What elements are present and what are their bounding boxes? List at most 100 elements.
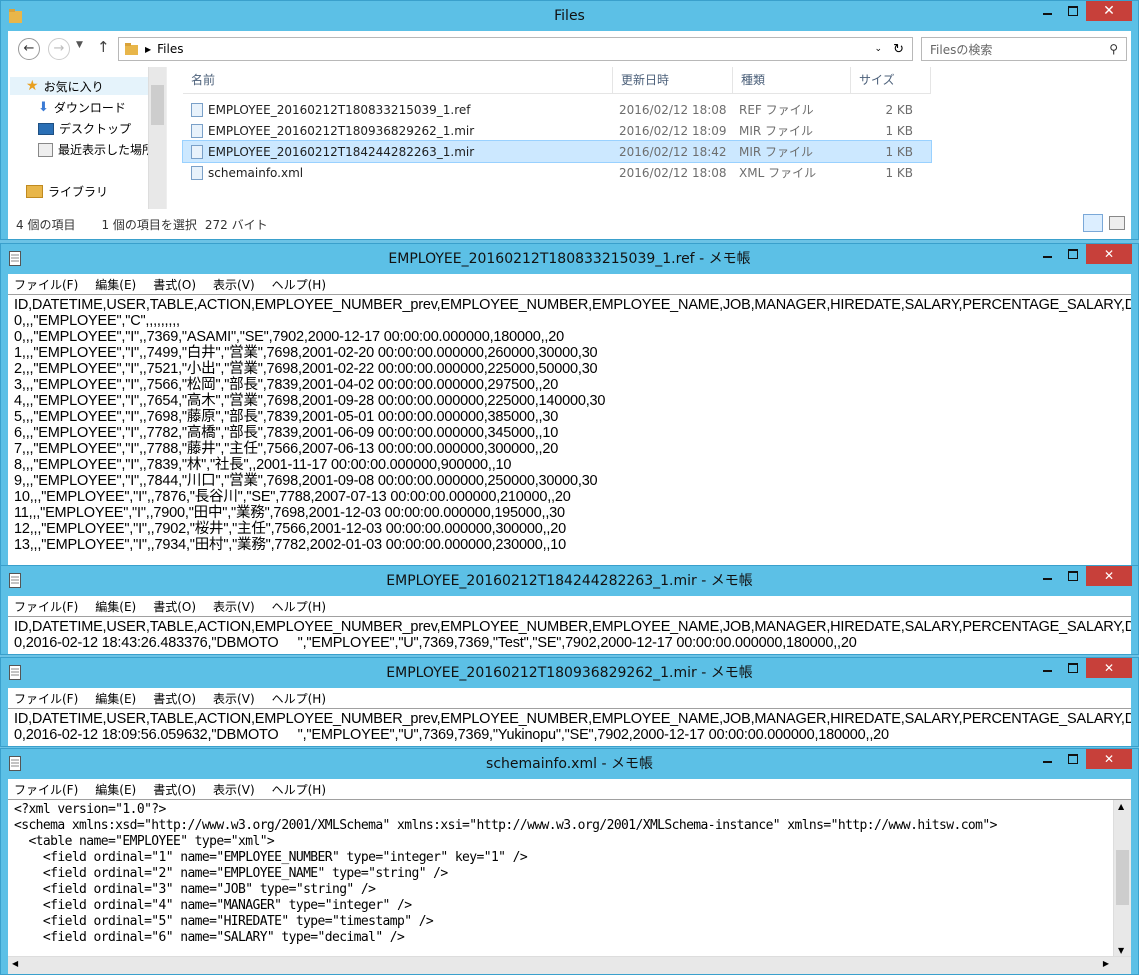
close-button[interactable]: ✕ — [1086, 244, 1132, 264]
menu-bar: ファイル(F) 編集(E) 書式(O) 表示(V) ヘルプ(H) — [8, 688, 1131, 708]
search-icon[interactable]: ⚲ — [1109, 42, 1118, 56]
text-line: 0,,,"EMPLOYEE","I",,7369,"ASAMI","SE",79… — [14, 329, 564, 345]
close-icon: ✕ — [1103, 3, 1115, 19]
file-row[interactable]: EMPLOYEE_20160212T180833215039_1.ref 201… — [183, 99, 931, 120]
maximize-button[interactable] — [1060, 244, 1086, 264]
menu-view[interactable]: 表示(V) — [213, 276, 255, 293]
file-row[interactable]: EMPLOYEE_20160212T180936829262_1.mir 201… — [183, 120, 931, 141]
large-icons-view-icon[interactable] — [1109, 216, 1125, 230]
menu-edit[interactable]: 編集(E) — [95, 598, 136, 615]
text-editor[interactable]: <?xml version="1.0"?> <schema xmlns:xsd="… — [8, 799, 1131, 957]
maximize-button[interactable] — [1060, 566, 1086, 586]
text-editor[interactable]: ID,DATETIME,USER,TABLE,ACTION,EMPLOYEE_N… — [8, 708, 1131, 746]
nav-recent[interactable]: 最近表示した場所 — [38, 141, 154, 158]
text-editor[interactable]: ID,DATETIME,USER,TABLE,ACTION,EMPLOYEE_N… — [8, 294, 1131, 567]
maximize-button[interactable] — [1060, 749, 1086, 769]
menu-file[interactable]: ファイル(F) — [14, 690, 78, 707]
notepad-titlebar[interactable]: schemainfo.xml - メモ帳 ✕ — [1, 749, 1138, 779]
file-size: 1 KB — [885, 144, 913, 159]
menu-format[interactable]: 書式(O) — [153, 781, 196, 798]
file-name: EMPLOYEE_20160212T184244282263_1.mir — [208, 144, 475, 159]
menu-file[interactable]: ファイル(F) — [14, 781, 78, 798]
menu-file[interactable]: ファイル(F) — [14, 276, 78, 293]
text-editor[interactable]: ID,DATETIME,USER,TABLE,ACTION,EMPLOYEE_N… — [8, 616, 1131, 654]
menu-edit[interactable]: 編集(E) — [95, 276, 136, 293]
maximize-icon — [1068, 754, 1078, 764]
maximize-button[interactable] — [1060, 1, 1086, 21]
explorer-titlebar[interactable]: Files ✕ — [1, 1, 1138, 31]
close-button[interactable]: ✕ — [1086, 658, 1132, 678]
refresh-icon[interactable]: ↻ — [893, 42, 904, 57]
close-icon: ✕ — [1103, 569, 1115, 583]
window-title: EMPLOYEE_20160212T180936829262_1.mir - メ… — [386, 665, 753, 681]
up-arrow-icon: ↑ — [97, 38, 110, 56]
minimize-button[interactable] — [1034, 1, 1060, 21]
file-size: 1 KB — [885, 123, 913, 138]
column-date[interactable]: 更新日時 — [613, 67, 733, 93]
menu-edit[interactable]: 編集(E) — [95, 781, 136, 798]
recent-locations-dropdown[interactable]: ▼ — [76, 40, 83, 50]
scroll-left-arrow-icon[interactable]: ◀ — [12, 959, 18, 968]
forward-button[interactable]: → — [48, 38, 70, 60]
notepad-titlebar[interactable]: EMPLOYEE_20160212T180833215039_1.ref - メ… — [1, 244, 1138, 274]
menu-file[interactable]: ファイル(F) — [14, 598, 78, 615]
nav-scroll-thumb[interactable] — [151, 85, 164, 125]
menu-help[interactable]: ヘルプ(H) — [272, 598, 326, 615]
notepad-window-ref: EMPLOYEE_20160212T180833215039_1.ref - メ… — [0, 243, 1139, 568]
text-line: 1,,,"EMPLOYEE","I",,7499,"白井","営業",7698,… — [14, 345, 598, 361]
menu-help[interactable]: ヘルプ(H) — [272, 276, 326, 293]
text-line: 2,,,"EMPLOYEE","I",,7521,"小出","営業",7698,… — [14, 361, 598, 377]
file-row-selected[interactable]: EMPLOYEE_20160212T184244282263_1.mir 201… — [182, 140, 932, 163]
breadcrumb[interactable]: Files — [157, 42, 183, 56]
text-line: <field ordinal="5" name="HIREDATE" type=… — [14, 914, 434, 929]
scroll-up-arrow-icon[interactable]: ▲ — [1118, 802, 1124, 811]
back-button[interactable]: ← — [18, 38, 40, 60]
minimize-button[interactable] — [1034, 749, 1060, 769]
explorer-client: ← → ▼ ↑ ▶ Files ⌄ ↻ Filesの検索 ⚲ ★ お気に入り ⬇ — [8, 31, 1131, 239]
scroll-right-arrow-icon[interactable]: ▶ — [1103, 959, 1109, 968]
menu-format[interactable]: 書式(O) — [153, 598, 196, 615]
column-name[interactable]: 名前 — [183, 67, 613, 93]
minimize-button[interactable] — [1034, 244, 1060, 264]
nav-downloads[interactable]: ⬇ ダウンロード — [38, 99, 126, 116]
minimize-button[interactable] — [1034, 658, 1060, 678]
scroll-down-arrow-icon[interactable]: ▼ — [1118, 946, 1124, 955]
address-box[interactable]: ▶ Files ⌄ ↻ — [118, 37, 913, 61]
notepad-titlebar[interactable]: EMPLOYEE_20160212T184244282263_1.mir - メ… — [1, 566, 1138, 596]
maximize-button[interactable] — [1060, 658, 1086, 678]
notepad-titlebar[interactable]: EMPLOYEE_20160212T180936829262_1.mir - メ… — [1, 658, 1138, 688]
address-dropdown-icon[interactable]: ⌄ — [874, 44, 882, 54]
menu-format[interactable]: 書式(O) — [153, 690, 196, 707]
menu-help[interactable]: ヘルプ(H) — [272, 781, 326, 798]
nav-scrollbar[interactable] — [148, 67, 166, 209]
close-button[interactable]: ✕ — [1086, 1, 1132, 21]
scroll-thumb[interactable] — [1116, 850, 1129, 905]
file-name: schemainfo.xml — [208, 165, 304, 180]
file-date: 2016/02/12 18:08 — [619, 102, 727, 117]
window-title: schemainfo.xml - メモ帳 — [486, 756, 653, 772]
menu-format[interactable]: 書式(O) — [153, 276, 196, 293]
nav-favorites[interactable]: ★ お気に入り — [10, 77, 150, 95]
menu-edit[interactable]: 編集(E) — [95, 690, 136, 707]
column-type[interactable]: 種類 — [733, 67, 851, 93]
text-line: 4,,,"EMPLOYEE","I",,7654,"高木","営業",7698,… — [14, 393, 606, 409]
menu-view[interactable]: 表示(V) — [213, 781, 255, 798]
menu-view[interactable]: 表示(V) — [213, 598, 255, 615]
text-line: 5,,,"EMPLOYEE","I",,7698,"藤原","部長",7839,… — [14, 409, 559, 425]
nav-recent-label: 最近表示した場所 — [58, 143, 155, 157]
column-size[interactable]: サイズ — [851, 67, 931, 93]
search-input[interactable]: Filesの検索 ⚲ — [921, 37, 1127, 61]
details-view-icon[interactable] — [1083, 214, 1103, 232]
nav-libraries[interactable]: ライブラリ — [26, 183, 108, 200]
close-button[interactable]: ✕ — [1086, 566, 1132, 586]
up-button[interactable]: ↑ — [97, 38, 110, 56]
horizontal-scrollbar[interactable]: ◀ ▶ — [8, 956, 1131, 974]
close-button[interactable]: ✕ — [1086, 749, 1132, 769]
status-bar: 4 個の項目 1 個の項目を選択 272 バイト — [8, 213, 1131, 235]
nav-desktop[interactable]: デスクトップ — [38, 120, 131, 137]
minimize-button[interactable] — [1034, 566, 1060, 586]
menu-help[interactable]: ヘルプ(H) — [272, 690, 326, 707]
menu-view[interactable]: 表示(V) — [213, 690, 255, 707]
file-row[interactable]: schemainfo.xml 2016/02/12 18:08 XML ファイル… — [183, 162, 931, 183]
vertical-scrollbar[interactable]: ▲ ▼ — [1113, 800, 1131, 957]
